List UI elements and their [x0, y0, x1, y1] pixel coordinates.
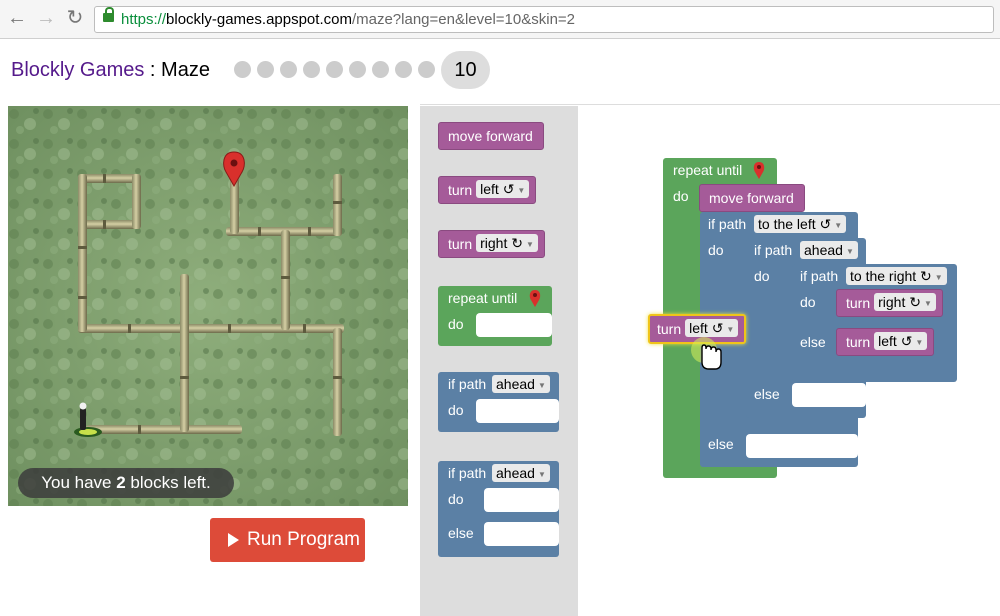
direction-dropdown[interactable]: right ↻ ▼ [476, 234, 538, 252]
toolbox-if-else-path-block[interactable]: if path ahead ▼ do else [438, 461, 559, 557]
header-divider [420, 104, 1000, 105]
else-slot [484, 522, 559, 546]
address-bar[interactable]: https://blockly-games.appspot.com/maze?l… [94, 6, 994, 33]
do-slot [484, 488, 559, 512]
toolbox-move-forward-block[interactable]: move forward [438, 122, 544, 150]
level-dot-9[interactable] [418, 61, 435, 78]
level-dot-5[interactable] [326, 61, 343, 78]
workspace-turn-right-block[interactable]: turn right ↻ ▼ [836, 289, 943, 317]
toolbox-turn-left-block[interactable]: turn left ↺ ▼ [438, 176, 537, 204]
blockly-games-link[interactable]: Blockly Games [11, 59, 144, 81]
play-icon [228, 533, 239, 547]
blocks-left-message: You have 2 blocks left. [18, 468, 234, 498]
workspace-turn-left-block[interactable]: turn left ↺ ▼ [836, 328, 935, 356]
level-dot-6[interactable] [349, 61, 366, 78]
browser-toolbar: ← → ↻ https://blockly-games.appspot.com/… [0, 0, 1000, 39]
toolbox-repeat-until-block[interactable]: repeat until do [438, 286, 552, 346]
run-program-button[interactable]: Run Program [210, 518, 365, 562]
url-text: https://blockly-games.appspot.com/maze?l… [121, 11, 576, 28]
direction-dropdown[interactable]: right ↻ ▼ [874, 293, 936, 311]
back-arrow-icon[interactable]: ← [6, 7, 28, 29]
maze-board [8, 106, 408, 506]
level-dot-3[interactable] [280, 61, 297, 78]
reload-icon[interactable]: ↻ [64, 7, 86, 29]
workspace: repeat until do move forward if path to … [578, 106, 1000, 616]
else-slot [746, 434, 858, 458]
else-slot [792, 383, 866, 407]
level-dot-1[interactable] [234, 61, 251, 78]
lock-icon [103, 7, 114, 22]
path-dropdown[interactable]: ahead ▼ [492, 375, 550, 393]
toolbox-if-path-block[interactable]: if path ahead ▼ do [438, 372, 559, 432]
grab-hand-cursor-icon [691, 337, 722, 370]
level-dot-4[interactable] [303, 61, 320, 78]
level-dot-8[interactable] [395, 61, 412, 78]
path-dropdown[interactable]: ahead ▼ [800, 241, 858, 259]
path-dropdown[interactable]: ahead ▼ [492, 464, 550, 482]
current-level-badge: 10 [441, 51, 490, 89]
toolbox: move forward turn left ↺ ▼ turn right ↻ ▼ re… [420, 106, 578, 616]
forward-arrow-icon[interactable]: → [35, 7, 57, 29]
workspace-move-forward-block[interactable]: move forward [699, 184, 805, 212]
toolbox-turn-right-block[interactable]: turn right ↻ ▼ [438, 230, 545, 258]
maze-svg [8, 106, 408, 506]
goal-marker-icon [529, 290, 541, 307]
game-name: Maze [161, 59, 210, 81]
do-slot [476, 399, 559, 423]
goal-marker-icon [753, 162, 765, 179]
direction-dropdown[interactable]: left ↺ ▼ [476, 180, 530, 198]
direction-dropdown[interactable]: left ↺ ▼ [685, 319, 739, 337]
path-dropdown[interactable]: to the right ↻ ▼ [846, 267, 947, 285]
page-title: Blockly Games : Maze [11, 59, 210, 81]
path-dropdown[interactable]: to the left ↺ ▼ [754, 215, 847, 233]
direction-dropdown[interactable]: left ↺ ▼ [874, 332, 928, 350]
level-dot-7[interactable] [372, 61, 389, 78]
workspace-if-right-block[interactable]: if path to the right ↻ ▼ do else [792, 264, 957, 382]
do-slot [476, 313, 552, 337]
level-dot-2[interactable] [257, 61, 274, 78]
